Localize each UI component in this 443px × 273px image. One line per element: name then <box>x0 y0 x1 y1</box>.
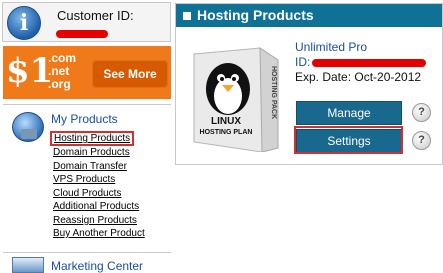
product-name: Unlimited Pro <box>295 40 368 54</box>
sidebar-item-cloud-products[interactable]: Cloud Products <box>53 187 145 201</box>
panel-title: Hosting Products <box>197 7 314 23</box>
customer-id-box: i Customer ID: <box>2 2 171 42</box>
info-icon: i <box>7 6 41 40</box>
my-products-heading[interactable]: My Products <box>51 112 118 126</box>
box-front-line1: LINUX <box>211 116 241 127</box>
sidebar-divider <box>3 104 171 105</box>
globe-icon <box>12 112 44 142</box>
see-more-button[interactable]: See More <box>92 60 168 88</box>
settings-help-icon[interactable]: ? <box>412 131 431 150</box>
header-bullet-icon <box>183 12 191 20</box>
sidebar-item-buy-another-product[interactable]: Buy Another Product <box>53 227 145 241</box>
sidebar-divider-2 <box>3 252 171 253</box>
customer-id-redaction <box>56 30 108 38</box>
sidebar-item-vps-products[interactable]: VPS Products <box>53 173 145 187</box>
product-id-redaction <box>312 59 426 67</box>
promo-tlds: .com .net .org <box>48 52 76 91</box>
box-side-text: HOSTING PACK <box>270 66 277 119</box>
linux-hosting-box-image: HOSTING PACK LINUX HOSTING PLAN <box>193 47 279 152</box>
marketing-center-icon <box>12 257 44 273</box>
sidebar-item-reassign-products[interactable]: Reassign Products <box>53 214 145 228</box>
hosting-products-panel: Hosting Products HOSTING PACK LINUX HOST… <box>175 3 443 165</box>
expiration-date: Exp. Date: Oct-20-2012 <box>295 70 422 84</box>
panel-header: Hosting Products <box>176 4 442 27</box>
manage-help-icon[interactable]: ? <box>412 103 431 122</box>
manage-button[interactable]: Manage <box>296 101 402 125</box>
promo-banner[interactable]: $1 .com .net .org See More <box>3 46 171 99</box>
sidebar-item-domain-products[interactable]: Domain Products <box>53 146 145 160</box>
sidebar: i Customer ID: $1 .com .net .org See Mor… <box>0 0 172 273</box>
product-id-label: ID: <box>295 55 311 69</box>
products-list: Hosting Products Domain Products Domain … <box>50 128 145 241</box>
marketing-center-heading[interactable]: Marketing Center <box>51 259 143 273</box>
sidebar-item-hosting-products[interactable]: Hosting Products <box>50 131 135 146</box>
promo-price: $1 <box>6 51 54 91</box>
sidebar-item-domain-transfer[interactable]: Domain Transfer <box>53 160 145 174</box>
sidebar-item-additional-products[interactable]: Additional Products <box>53 200 145 214</box>
customer-id-label: Customer ID: <box>57 8 134 23</box>
box-front-line2: HOSTING PLAN <box>200 129 253 136</box>
tld-org: .org <box>48 77 71 91</box>
settings-highlight <box>294 126 403 154</box>
